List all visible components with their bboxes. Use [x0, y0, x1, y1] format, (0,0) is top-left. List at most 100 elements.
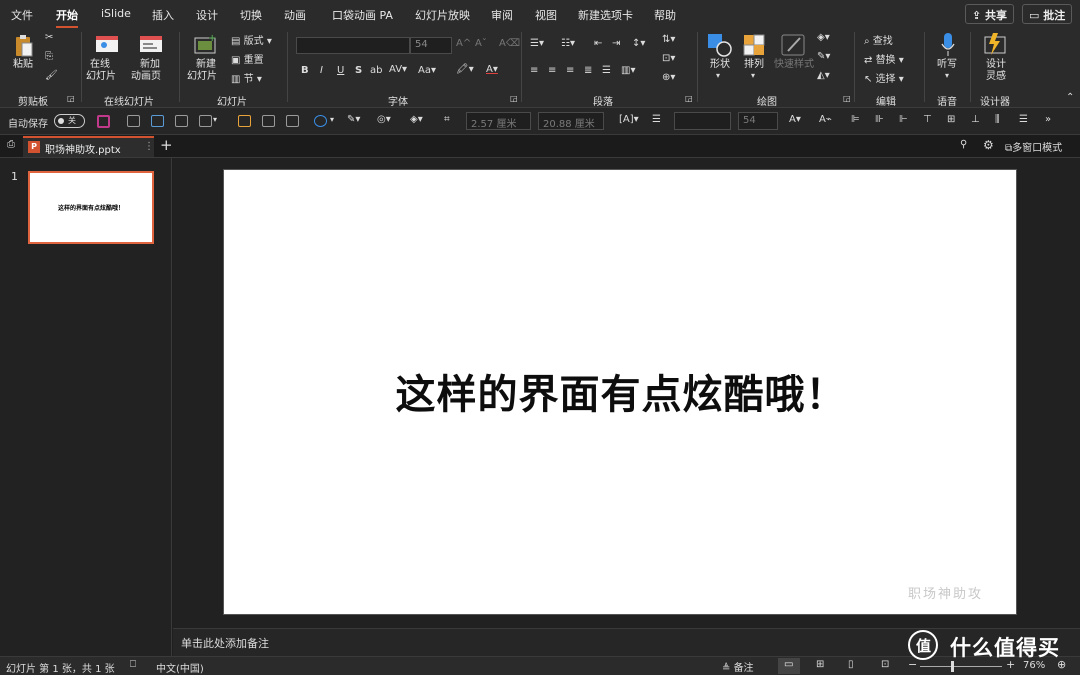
width-field[interactable]: 2.57 厘米 — [466, 112, 531, 130]
shape-outline-icon[interactable]: ✎▾ — [817, 51, 830, 62]
chevron-down-icon[interactable]: ▾ — [751, 71, 755, 80]
chevron-down-icon[interactable]: ▾ — [213, 115, 217, 124]
menu-home[interactable]: 开始 — [56, 7, 78, 28]
align-center-icon[interactable]: ≡ — [548, 65, 556, 76]
drawing-dialog-launcher-icon[interactable]: ◲ — [843, 94, 851, 103]
edit-shape-icon[interactable]: ✎▾ — [347, 114, 360, 125]
microphone-icon[interactable] — [940, 32, 956, 58]
menu-animations[interactable]: 动画 — [284, 7, 306, 23]
shapes-icon[interactable] — [707, 33, 733, 57]
add-tab-button[interactable]: + — [160, 136, 173, 154]
more-commands-button[interactable]: » — [1045, 114, 1051, 125]
chevron-down-icon[interactable]: ▾ — [330, 115, 334, 124]
text-align-icon[interactable]: ☰ — [652, 114, 661, 125]
menu-transitions[interactable]: 切换 — [240, 7, 262, 23]
slide-title[interactable]: 这样的界面有点炫酷哦！ — [224, 362, 1018, 420]
font-name-field[interactable] — [674, 112, 731, 130]
insert-picture-icon[interactable] — [238, 115, 251, 127]
columns-icon[interactable]: ▥▾ — [621, 65, 635, 76]
layout-button[interactable]: ▤ 版式 ▾ — [231, 32, 272, 47]
slide-canvas[interactable]: 这样的界面有点炫酷哦！ 职场神助攻 — [223, 169, 1017, 615]
save-icon[interactable] — [97, 115, 110, 128]
slide-thumbnail[interactable]: 这样的界面有点炫酷哦！ — [28, 171, 154, 244]
font-color-icon[interactable]: A▾ — [486, 64, 498, 75]
menu-design[interactable]: 设计 — [196, 7, 218, 23]
design-ideas-label-1[interactable]: 设计 — [986, 59, 1006, 71]
align-center-objects-icon[interactable]: ⊪ — [875, 114, 884, 125]
shrink-font-icon[interactable]: Aˇ — [475, 38, 487, 49]
new-animation-page-icon[interactable] — [139, 34, 163, 54]
numbering-icon[interactable]: ☷▾ — [561, 38, 575, 49]
bullets-icon[interactable]: ☰▾ — [530, 38, 544, 49]
increase-indent-icon[interactable]: ⇥ — [612, 38, 620, 49]
merge-shapes-icon[interactable]: ◎▾ — [377, 114, 391, 125]
new-slide-small-icon[interactable] — [199, 115, 212, 127]
align-left-objects-icon[interactable]: ⊫ — [851, 114, 860, 125]
pin-icon[interactable]: ⚲ — [960, 139, 967, 150]
presenter-icon[interactable] — [175, 115, 188, 127]
bold-button[interactable]: B — [301, 65, 309, 76]
height-field[interactable]: 20.88 厘米 — [538, 112, 604, 130]
distributed-icon[interactable]: ☰ — [602, 65, 611, 76]
online-slide-label-2[interactable]: 幻灯片 — [86, 71, 116, 83]
char-spacing-icon[interactable]: AV▾ — [389, 64, 407, 75]
slide-sorter-icon[interactable] — [127, 115, 140, 127]
reset-button[interactable]: ▣ 重置 — [231, 51, 264, 66]
autosave-toggle[interactable]: 关 — [54, 114, 85, 128]
design-ideas-icon[interactable] — [983, 32, 1007, 58]
ungroup-icon[interactable] — [286, 115, 299, 127]
align-middle-objects-icon[interactable]: ⊞ — [947, 114, 955, 125]
copy-icon[interactable]: ⎘ — [45, 51, 53, 62]
smartart-icon[interactable]: ⊕▾ — [662, 72, 675, 83]
font-dialog-launcher-icon[interactable]: ◲ — [510, 94, 518, 103]
arrange-button[interactable]: 排列 — [744, 59, 764, 71]
online-slide-label-1[interactable]: 在线 — [90, 59, 110, 71]
strikethrough-icon[interactable]: ab — [370, 65, 382, 76]
dialog-launcher-icon[interactable]: ◲ — [67, 94, 75, 103]
font-color-small-icon[interactable]: A▾ — [789, 114, 801, 125]
text-box-icon[interactable]: [A]▾ — [619, 114, 639, 125]
notes-placeholder[interactable]: 单击此处添加备注 — [181, 635, 269, 651]
paste-button[interactable]: 粘贴 — [13, 59, 33, 71]
section-button[interactable]: ▥ 节 ▾ — [231, 70, 262, 85]
paste-icon[interactable] — [14, 34, 34, 58]
gear-icon[interactable]: ⚙ — [983, 138, 994, 152]
menu-insert[interactable]: 插入 — [152, 7, 174, 23]
new-document-icon[interactable]: ⎙ — [7, 139, 15, 150]
accessibility-icon[interactable]: ⎕ — [130, 659, 136, 670]
line-spacing-icon[interactable]: ↕▾ — [632, 38, 645, 49]
grow-font-icon[interactable]: A^ — [456, 38, 471, 49]
menu-pocket-animation[interactable]: 口袋动画 PA — [332, 7, 393, 23]
menu-slideshow[interactable]: 幻灯片放映 — [415, 7, 470, 23]
distribute-horizontal-icon[interactable]: ⫼ — [995, 114, 1000, 125]
reading-view-icon[interactable]: ▯ — [848, 659, 854, 670]
text-direction-icon[interactable]: ⇅▾ — [662, 34, 675, 45]
new-slide-label-1[interactable]: 新建 — [196, 59, 216, 71]
menu-file[interactable]: 文件 — [11, 7, 33, 23]
design-ideas-label-2[interactable]: 灵感 — [986, 71, 1006, 83]
replace-button[interactable]: ⇄ 替换 ▾ — [864, 51, 904, 66]
slideshow-view-icon[interactable]: ⊡ — [881, 659, 889, 670]
fill-color-icon[interactable]: ◈▾ — [410, 114, 423, 125]
highlight-icon[interactable]: 🖍▾ — [456, 64, 474, 75]
share-button[interactable]: ⇪ 共享 — [965, 4, 1015, 24]
collapse-ribbon-icon[interactable]: ⌃ — [1066, 92, 1074, 103]
normal-view-button[interactable]: ▭ — [778, 658, 800, 674]
zoom-out-button[interactable]: − — [908, 658, 917, 671]
new-animation-label-1[interactable]: 新加 — [140, 59, 160, 71]
chevron-down-icon[interactable]: ▾ — [716, 71, 720, 80]
zoom-slider-track[interactable] — [920, 666, 1002, 667]
quick-styles-icon[interactable] — [780, 33, 808, 57]
new-slide-label-2[interactable]: 幻灯片 — [187, 71, 217, 83]
align-text-icon[interactable]: ⊡▾ — [662, 53, 675, 64]
menu-view[interactable]: 视图 — [535, 7, 557, 23]
select-button[interactable]: ↖ 选择 ▾ — [864, 70, 904, 85]
shape-fill-icon[interactable]: ◈▾ — [817, 32, 830, 43]
underline-button[interactable]: U — [337, 65, 344, 76]
justify-icon[interactable]: ≣ — [584, 65, 592, 76]
language-indicator[interactable]: 中文(中国) — [156, 660, 204, 675]
menu-review[interactable]: 审阅 — [491, 7, 513, 23]
slide-sorter-view-icon[interactable]: ⊞ — [816, 659, 824, 670]
shapes-button[interactable]: 形状 — [710, 59, 730, 71]
shape-icon[interactable] — [314, 115, 327, 127]
